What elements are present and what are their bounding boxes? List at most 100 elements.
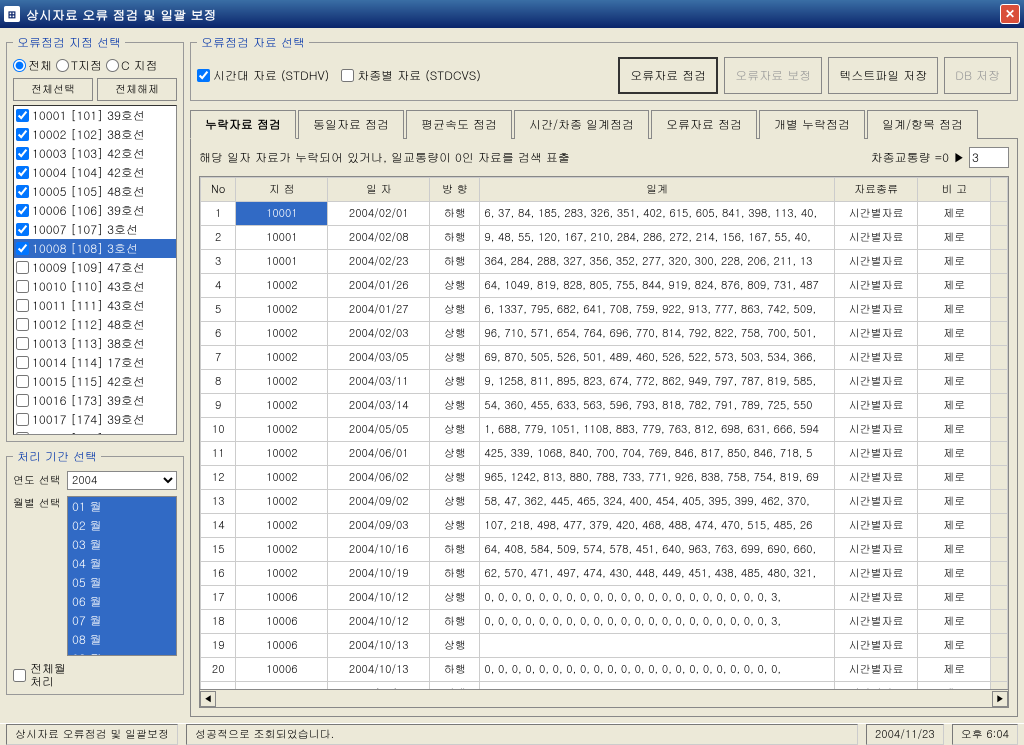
tab-6[interactable]: 일계/항목 점검	[867, 110, 978, 139]
month-option[interactable]: 09 월	[68, 649, 176, 656]
tab-5[interactable]: 개별 누락점검	[759, 110, 865, 139]
point-checkbox[interactable]	[16, 394, 29, 407]
point-checkbox[interactable]	[16, 109, 29, 122]
month-listbox[interactable]: 01 월02 월03 월04 월05 월06 월07 월08 월09 월10 월…	[67, 496, 177, 656]
table-row[interactable]: 2100012004/02/08하행9, 48, 55, 120, 167, 2…	[201, 226, 1008, 250]
point-checkbox[interactable]	[16, 166, 29, 179]
point-checkbox[interactable]	[16, 337, 29, 350]
fix-errors-button[interactable]: 오류자료 보정	[724, 57, 822, 94]
table-row[interactable]: 19100062004/10/13상행시간별자료제로	[201, 634, 1008, 658]
table-row[interactable]: 12100022004/06/02상행965, 1242, 813, 880, …	[201, 466, 1008, 490]
all-month-checkbox[interactable]	[13, 669, 26, 682]
point-checkbox[interactable]	[16, 375, 29, 388]
point-checkbox[interactable]	[16, 128, 29, 141]
point-list-item[interactable]: 10007 [107] 3호선	[14, 220, 176, 239]
table-row[interactable]: 9100022004/03/14상행 54, 360, 455, 633, 56…	[201, 394, 1008, 418]
point-list-item[interactable]: 10016 [173] 39호선	[14, 391, 176, 410]
point-list-item[interactable]: 10012 [112] 48호선	[14, 315, 176, 334]
column-header[interactable]: 지 점	[236, 178, 328, 202]
point-list-item[interactable]: 10004 [104] 42호선	[14, 163, 176, 182]
column-header[interactable]: 비 고	[918, 178, 991, 202]
point-list-item[interactable]: 10006 [106] 39호선	[14, 201, 176, 220]
deselect-all-button[interactable]: 전체해제	[97, 78, 177, 101]
point-checkbox[interactable]	[16, 223, 29, 236]
table-row[interactable]: 14100022004/09/03상행 107, 218, 498, 477, …	[201, 514, 1008, 538]
table-row[interactable]: 1100012004/02/01하행6, 37, 84, 185, 283, 3…	[201, 202, 1008, 226]
table-row[interactable]: 16100022004/10/19하행62, 570, 471, 497, 47…	[201, 562, 1008, 586]
year-select[interactable]: 2004	[67, 471, 177, 490]
close-icon[interactable]: ✕	[1000, 4, 1020, 24]
point-checkbox[interactable]	[16, 280, 29, 293]
point-list-item[interactable]: 10011 [111] 43호선	[14, 296, 176, 315]
tab-3[interactable]: 시간/차종 일계점검	[514, 110, 649, 139]
tab-2[interactable]: 평균속도 점검	[406, 110, 512, 139]
point-list-item[interactable]: 10017 [174] 39호선	[14, 410, 176, 429]
type-data-checkbox[interactable]: 차종별 자료 (STDCVS)	[341, 67, 481, 84]
point-list-item[interactable]: 10301 [301] 1호선	[14, 429, 176, 435]
point-list-item[interactable]: 10013 [113] 38호선	[14, 334, 176, 353]
column-header[interactable]: 방 향	[430, 178, 480, 202]
table-row[interactable]: 17100062004/10/12상행0, 0, 0, 0, 0, 0, 0, …	[201, 586, 1008, 610]
radio-all[interactable]: 전체	[13, 57, 52, 74]
point-checkbox[interactable]	[16, 299, 29, 312]
table-row[interactable]: 20100062004/10/13하행0, 0, 0, 0, 0, 0, 0, …	[201, 658, 1008, 682]
table-row[interactable]: 10100022004/05/05상행1, 688, 779, 1051, 11…	[201, 418, 1008, 442]
table-row[interactable]: 5100022004/01/27상행6, 1337, 795, 682, 641…	[201, 298, 1008, 322]
column-header[interactable]: 일계	[480, 178, 834, 202]
save-text-button[interactable]: 텍스트파일 저장	[828, 57, 938, 94]
radio-c[interactable]: C 지점	[106, 57, 158, 74]
point-checkbox[interactable]	[16, 242, 29, 255]
filter-input[interactable]	[969, 147, 1009, 168]
point-list-item[interactable]: 10009 [109] 47호선	[14, 258, 176, 277]
table-row[interactable]: 6100022004/02/03상행96, 710, 571, 654, 764…	[201, 322, 1008, 346]
point-list-item[interactable]: 10015 [115] 42호선	[14, 372, 176, 391]
point-checkbox[interactable]	[16, 147, 29, 160]
point-list-item[interactable]: 10001 [101] 39호선	[14, 106, 176, 125]
table-row[interactable]: 15100022004/10/16하행64, 408, 584, 509, 57…	[201, 538, 1008, 562]
point-checkbox[interactable]	[16, 261, 29, 274]
point-checkbox[interactable]	[16, 185, 29, 198]
save-db-button[interactable]: DB 저장	[944, 57, 1011, 94]
select-all-button[interactable]: 전체선택	[13, 78, 93, 101]
data-grid[interactable]: No지 점일 자방 향일계자료종류비 고 1100012004/02/01하행6…	[199, 176, 1009, 690]
column-header[interactable]: 자료종류	[834, 178, 917, 202]
tab-0[interactable]: 누락자료 점검	[190, 110, 296, 139]
point-list-item[interactable]: 10014 [114] 17호선	[14, 353, 176, 372]
column-header[interactable]: 일 자	[328, 178, 430, 202]
point-list[interactable]: 10001 [101] 39호선10002 [102] 38호선10003 [1…	[13, 105, 177, 435]
point-list-item[interactable]: 10002 [102] 38호선	[14, 125, 176, 144]
table-row[interactable]: 21100062004/10/14상행 0, 0, 0, 0, 0, 0, 0,…	[201, 682, 1008, 691]
horizontal-scrollbar[interactable]: ◀ ▶	[199, 690, 1009, 708]
column-header[interactable]: No	[201, 178, 236, 202]
month-option[interactable]: 03 월	[68, 535, 176, 554]
month-option[interactable]: 07 월	[68, 611, 176, 630]
point-checkbox[interactable]	[16, 413, 29, 426]
tab-1[interactable]: 동일자료 점검	[298, 110, 404, 139]
radio-t[interactable]: T지점	[56, 57, 102, 74]
month-option[interactable]: 06 월	[68, 592, 176, 611]
point-checkbox[interactable]	[16, 432, 29, 435]
time-data-checkbox[interactable]: 시간대 자료 (STDHV)	[197, 67, 329, 84]
point-checkbox[interactable]	[16, 204, 29, 217]
month-option[interactable]: 01 월	[68, 497, 176, 516]
scroll-right-icon[interactable]: ▶	[992, 691, 1008, 707]
point-list-item[interactable]: 10003 [103] 42호선	[14, 144, 176, 163]
check-errors-button[interactable]: 오류자료 점검	[618, 57, 718, 94]
point-list-item[interactable]: 10005 [105] 48호선	[14, 182, 176, 201]
month-option[interactable]: 08 월	[68, 630, 176, 649]
month-option[interactable]: 05 월	[68, 573, 176, 592]
table-row[interactable]: 3100012004/02/23하행 364, 284, 288, 327, 3…	[201, 250, 1008, 274]
table-row[interactable]: 13100022004/09/02상행 58, 47, 362, 445, 46…	[201, 490, 1008, 514]
table-row[interactable]: 11100022004/06/01상행 425, 339, 1068, 840,…	[201, 442, 1008, 466]
table-row[interactable]: 7100022004/03/05상행69, 870, 505, 526, 501…	[201, 346, 1008, 370]
month-option[interactable]: 02 월	[68, 516, 176, 535]
tab-4[interactable]: 오류자료 점검	[651, 110, 757, 139]
point-checkbox[interactable]	[16, 318, 29, 331]
point-list-item[interactable]: 10008 [108] 3호선	[14, 239, 176, 258]
point-checkbox[interactable]	[16, 356, 29, 369]
table-row[interactable]: 8100022004/03/11상행9, 1258, 811, 895, 823…	[201, 370, 1008, 394]
table-row[interactable]: 4100022004/01/26상행64, 1049, 819, 828, 80…	[201, 274, 1008, 298]
month-option[interactable]: 04 월	[68, 554, 176, 573]
table-row[interactable]: 18100062004/10/12하행0, 0, 0, 0, 0, 0, 0, …	[201, 610, 1008, 634]
point-list-item[interactable]: 10010 [110] 43호선	[14, 277, 176, 296]
